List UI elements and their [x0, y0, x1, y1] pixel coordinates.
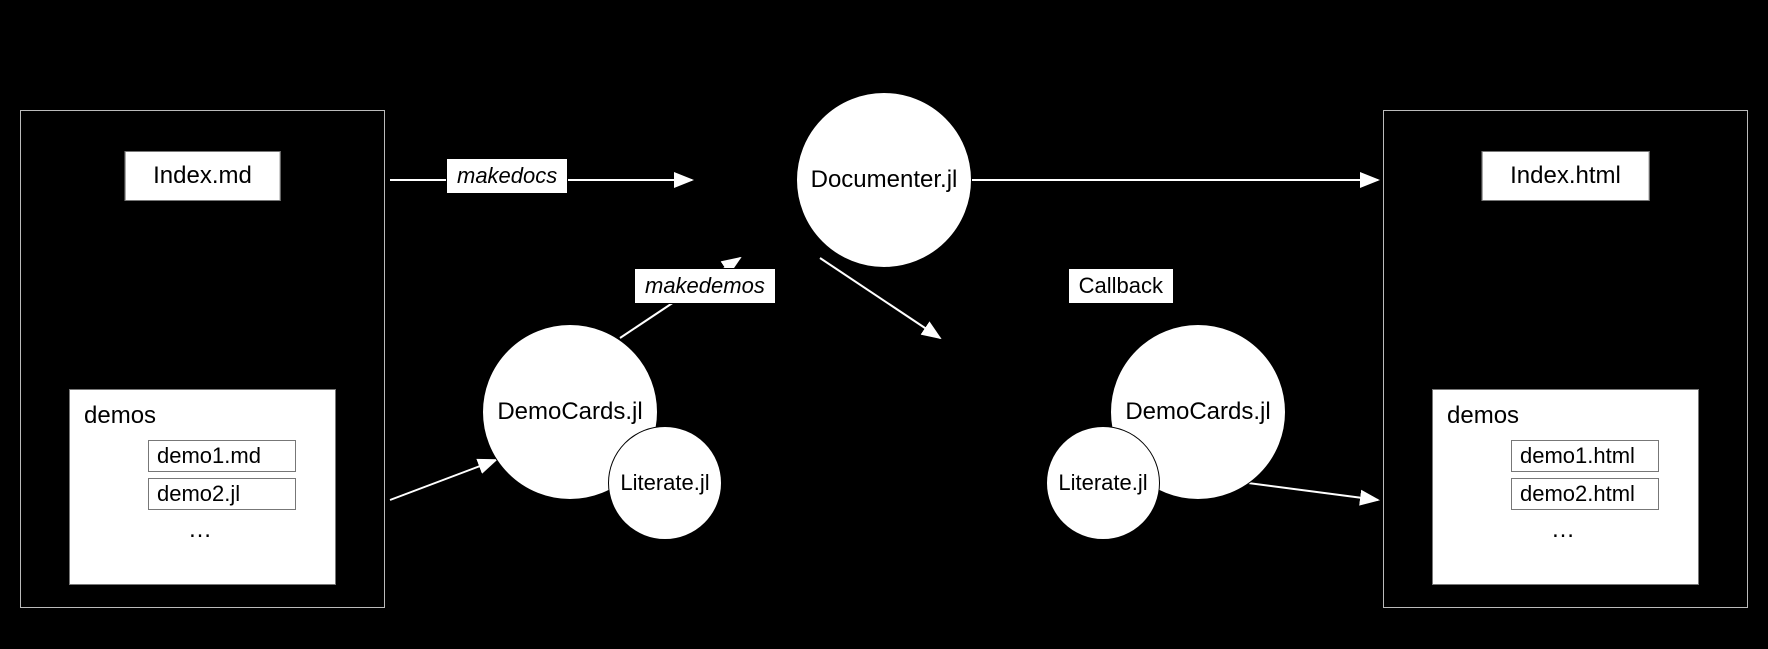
makedocs-label: makedocs	[446, 158, 568, 194]
flow-area: Documenter.jl DemoCards.jl Literate.jl D…	[400, 0, 1368, 649]
output-demo-ellipsis: …	[1551, 516, 1684, 544]
makedemos-label: makedemos	[634, 268, 776, 304]
source-index-file: Index.md	[124, 151, 281, 201]
source-panel: Index.md demos demo1.md demo2.jl …	[20, 110, 385, 608]
source-demo-ellipsis: …	[188, 516, 321, 544]
output-demos-label: demos	[1447, 402, 1684, 430]
output-panel: Index.html demos demo1.html demo2.html …	[1383, 110, 1748, 608]
literate-left-node: Literate.jl	[608, 426, 722, 540]
source-demo-item: demo1.md	[148, 440, 296, 472]
literate-right-node: Literate.jl	[1046, 426, 1160, 540]
output-demo-item: demo1.html	[1511, 440, 1659, 472]
output-index-file: Index.html	[1481, 151, 1650, 201]
source-demos-box: demos demo1.md demo2.jl …	[69, 389, 336, 585]
output-demos-box: demos demo1.html demo2.html …	[1432, 389, 1699, 585]
output-demo-item: demo2.html	[1511, 478, 1659, 510]
source-demos-label: demos	[84, 402, 321, 430]
source-demo-item: demo2.jl	[148, 478, 296, 510]
callback-label: Callback	[1068, 268, 1174, 304]
documenter-node: Documenter.jl	[796, 92, 972, 268]
